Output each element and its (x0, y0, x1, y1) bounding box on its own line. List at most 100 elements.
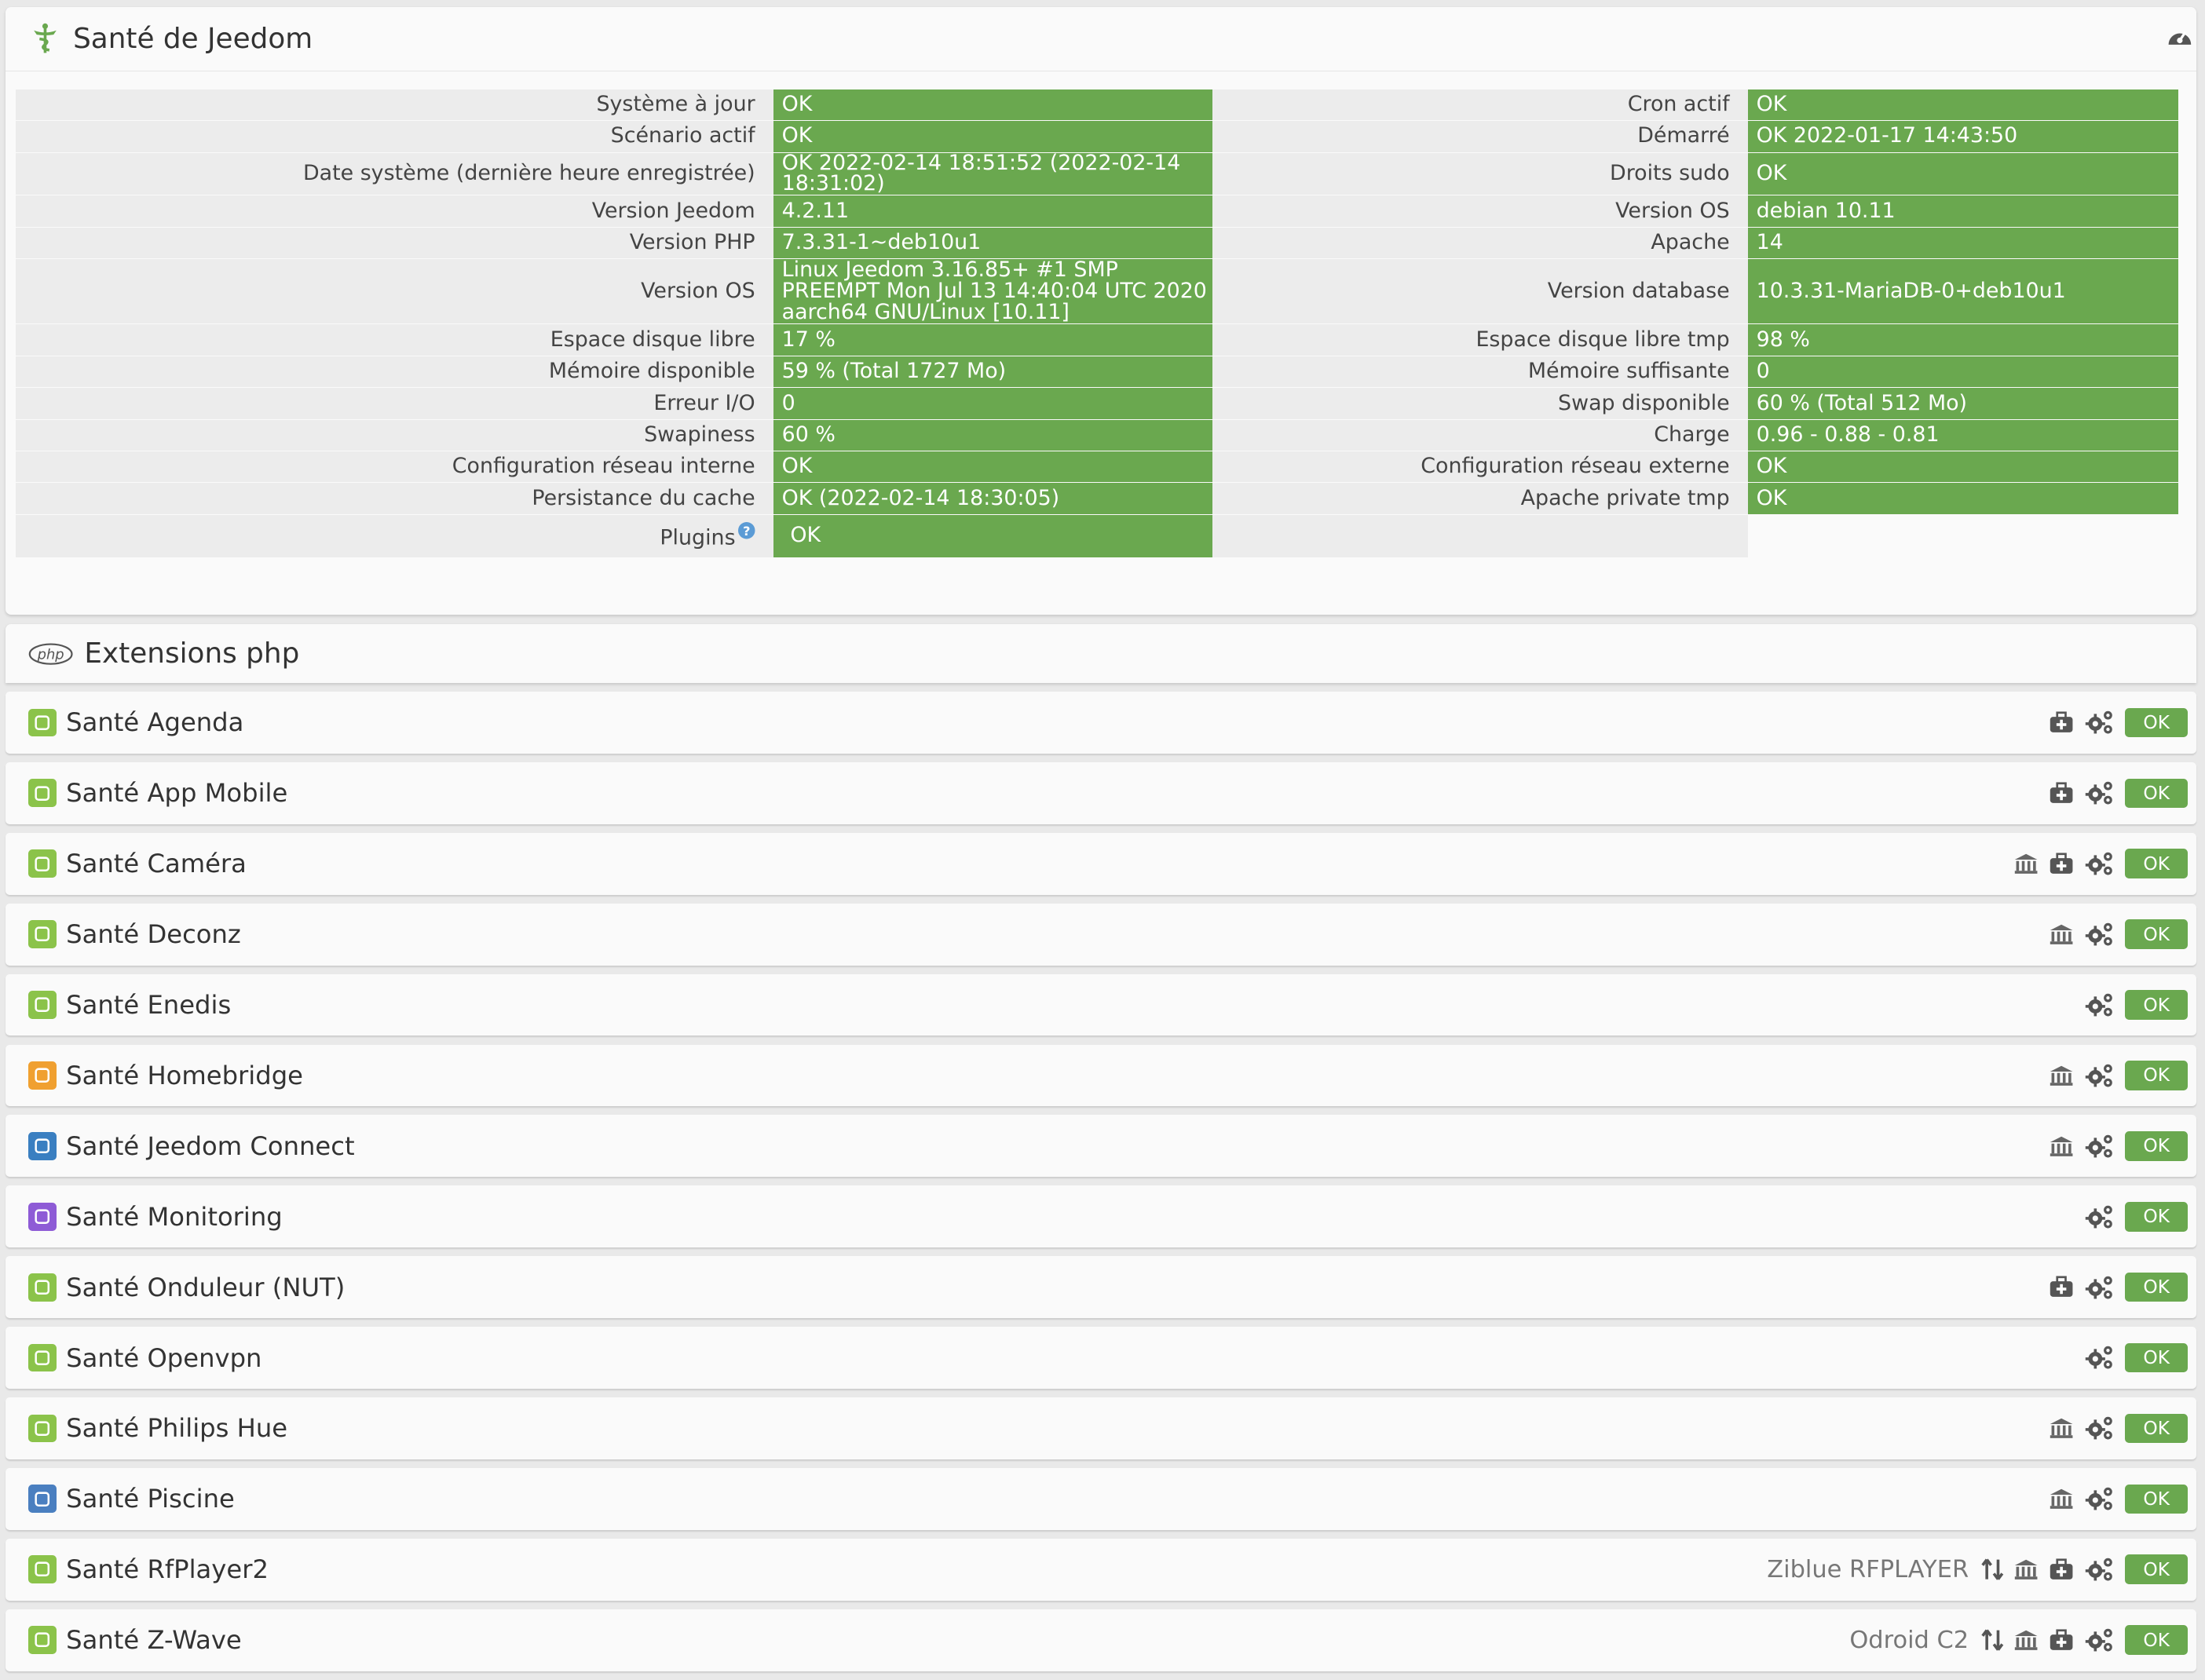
health-label: Mémoire disponible (15, 356, 773, 388)
hue-icon (27, 1414, 57, 1443)
plugin-name[interactable]: Santé Philips Hue (66, 1413, 287, 1443)
cogs-icon[interactable] (2084, 1557, 2115, 1582)
help-icon[interactable]: ? (738, 522, 755, 543)
institution-icon[interactable] (2013, 1629, 2039, 1652)
plugin-name[interactable]: Santé Enedis (66, 990, 231, 1020)
health-value: OK (1747, 89, 2178, 121)
medkit-icon[interactable] (2049, 711, 2074, 734)
plugin-health-row[interactable]: Santé Jeedom Connect OK (5, 1115, 2197, 1178)
plugin-health-row[interactable]: Santé Caméra OK (5, 832, 2197, 895)
institution-icon[interactable] (2049, 1135, 2074, 1158)
plugin-health-row[interactable]: Santé Z-Wave Odroid C2 OK (5, 1609, 2197, 1671)
plugins-label: Plugins (660, 526, 736, 551)
plugin-name[interactable]: Santé RfPlayer2 (66, 1554, 269, 1584)
plugin-device: Odroid C2 (1849, 1626, 1969, 1654)
health-value: 60 % (Total 512 Mo) (1747, 388, 2178, 419)
cogs-icon[interactable] (2084, 1415, 2115, 1441)
cogs-icon[interactable] (2084, 710, 2115, 735)
health-row: Espace disque libre 17 % Espace disque lib… (15, 324, 2178, 356)
plugin-name[interactable]: Santé Homebridge (66, 1061, 303, 1090)
plugin-health-row[interactable]: Santé Piscine OK (5, 1467, 2197, 1530)
plugin-actions: OK (2049, 1484, 2189, 1514)
plugin-actions: OK (2049, 919, 2189, 949)
sync-arrows-icon[interactable] (1981, 1557, 2004, 1582)
health-label: Swapiness (15, 419, 773, 451)
plugin-name[interactable]: Santé Onduleur (NUT) (66, 1273, 345, 1302)
medkit-icon[interactable] (2049, 1276, 2074, 1298)
plugin-name[interactable]: Santé Z-Wave (66, 1625, 242, 1655)
health-table: Système à jour OK Cron actif OK Scénario act… (15, 89, 2178, 558)
cogs-icon[interactable] (2084, 1134, 2115, 1159)
medkit-icon[interactable] (2049, 1558, 2074, 1581)
institution-icon[interactable] (2013, 1558, 2039, 1581)
plugin-health-row[interactable]: Santé Onduleur (NUT) OK (5, 1256, 2197, 1319)
plugin-name[interactable]: Santé Agenda (66, 707, 243, 737)
health-label: Droits sudo (1212, 152, 1748, 195)
medkit-icon[interactable] (2049, 782, 2074, 805)
plugin-health-row[interactable]: Santé Deconz OK (5, 903, 2197, 966)
plugin-name[interactable]: Santé Deconz (66, 919, 241, 949)
plugin-health-row[interactable]: Santé RfPlayer2 Ziblue RFPLAYER OK (5, 1538, 2197, 1601)
jeedom-connect-icon (27, 1131, 57, 1160)
plugin-health-row[interactable]: Santé Openvpn OK (5, 1327, 2197, 1389)
plugin-name[interactable]: Santé Piscine (66, 1484, 235, 1514)
institution-icon[interactable] (2049, 1488, 2074, 1510)
plugin-health-row[interactable]: Santé Monitoring OK (5, 1185, 2197, 1248)
plugin-health-row[interactable]: Santé Enedis OK (5, 973, 2197, 1036)
rfplayer-icon (27, 1555, 57, 1584)
health-empty-cell (1212, 514, 1748, 557)
cogs-icon[interactable] (2084, 851, 2115, 876)
plugin-name[interactable]: Santé Openvpn (66, 1343, 261, 1373)
cogs-icon[interactable] (2084, 1204, 2115, 1229)
health-row: Configuration réseau interne OK Configurat… (15, 451, 2178, 483)
cogs-icon[interactable] (2084, 1345, 2115, 1370)
plugin-health-row[interactable]: Santé Philips Hue OK (5, 1397, 2197, 1459)
health-label: Démarré (1212, 121, 1748, 152)
health-row: Version PHP 7.3.31-1~deb10u1 Apache 14 (15, 227, 2178, 259)
health-row: Version Jeedom 4.2.11 Version OS debian 10.… (15, 195, 2178, 227)
plugin-actions: OK (2084, 1201, 2189, 1232)
health-panel-header: Santé de Jeedom (5, 7, 2197, 71)
cogs-icon[interactable] (2084, 992, 2115, 1017)
plugin-actions: OK (2084, 990, 2189, 1020)
plugin-actions: OK (2049, 1413, 2189, 1444)
medkit-icon[interactable] (2049, 853, 2074, 875)
plugin-health-row[interactable]: Santé Agenda OK (5, 692, 2197, 754)
medkit-icon[interactable] (2049, 1629, 2074, 1652)
health-panel: Santé de Jeedom Système à jour OK Cron act… (5, 6, 2197, 615)
institution-icon[interactable] (2049, 923, 2074, 946)
dashboard-gauge-icon[interactable] (2166, 24, 2194, 54)
monitoring-icon (27, 1202, 57, 1231)
plugin-name[interactable]: Santé Jeedom Connect (66, 1131, 354, 1161)
cogs-icon[interactable] (2084, 922, 2115, 947)
institution-icon[interactable] (2049, 1417, 2074, 1440)
institution-icon[interactable] (2013, 853, 2039, 875)
plugin-name[interactable]: Santé App Mobile (66, 778, 287, 808)
zwave-icon (27, 1626, 57, 1655)
cogs-icon[interactable] (2084, 780, 2115, 805)
cogs-icon[interactable] (2084, 1627, 2115, 1653)
status-badge: OK (2124, 849, 2189, 879)
health-row: Scénario actif OK Démarré OK 2022-01-17 14:… (15, 121, 2178, 152)
status-badge: OK (2124, 1131, 2189, 1161)
plugin-name[interactable]: Santé Caméra (66, 849, 247, 878)
health-row: Date système (dernière heure enregistrée… (15, 152, 2178, 195)
plugin-health-row[interactable]: Santé Homebridge OK (5, 1044, 2197, 1107)
health-label: Mémoire suffisante (1212, 356, 1748, 388)
cogs-icon[interactable] (2084, 1486, 2115, 1511)
health-label: Plugins? (15, 514, 773, 557)
plugin-actions: OK (2049, 778, 2189, 809)
plugin-name[interactable]: Santé Monitoring (66, 1202, 283, 1232)
cogs-icon[interactable] (2084, 1063, 2115, 1088)
health-value: 0.96 - 0.88 - 0.81 (1747, 419, 2178, 451)
php-logo-icon: php (28, 641, 73, 667)
health-value: OK (773, 121, 1212, 152)
health-label: Version OS (1212, 195, 1748, 227)
health-label: Version Jeedom (15, 195, 773, 227)
institution-icon[interactable] (2049, 1065, 2074, 1087)
health-value: 7.3.31-1~deb10u1 (773, 227, 1212, 259)
plugin-health-row[interactable]: Santé App Mobile OK (5, 761, 2197, 824)
health-label: Persistance du cache (15, 483, 773, 514)
cogs-icon[interactable] (2084, 1275, 2115, 1300)
sync-arrows-icon[interactable] (1981, 1627, 2004, 1653)
